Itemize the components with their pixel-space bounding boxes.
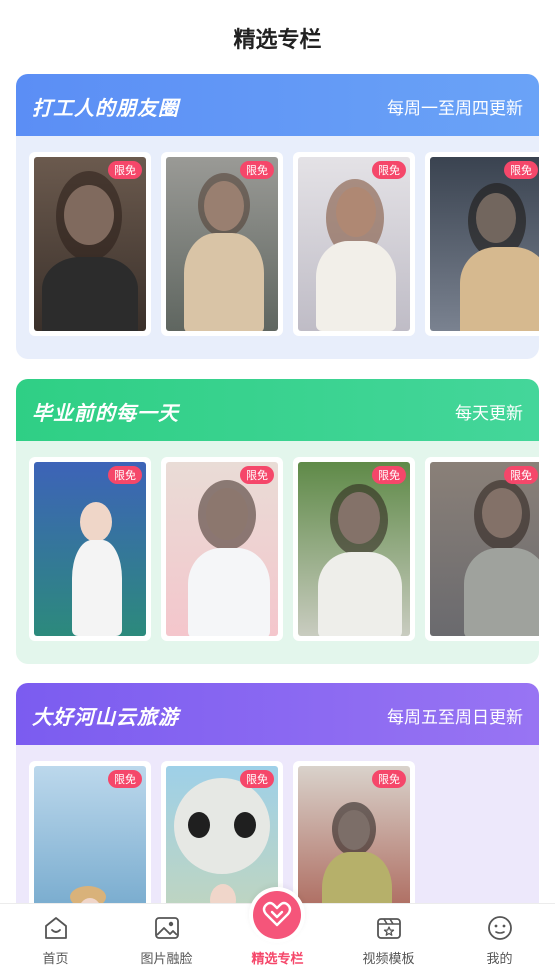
free-badge: 限免 — [240, 466, 274, 484]
template-thumbnail: 限免 — [166, 462, 278, 636]
card-carousel[interactable]: 限免 限免 限免 限免 — [16, 441, 539, 659]
video-star-icon — [377, 918, 401, 939]
template-card[interactable]: 限免 — [293, 457, 415, 641]
section-schedule: 每天更新 — [455, 404, 523, 424]
free-badge: 限免 — [108, 770, 142, 788]
section-header[interactable]: 大好河山云旅游 每周五至周日更新 — [16, 683, 539, 745]
nav-item-featured[interactable]: 精选专栏 — [222, 887, 333, 970]
section-schedule: 每周一至周四更新 — [387, 99, 523, 119]
template-card[interactable]: 限免 — [29, 152, 151, 336]
template-thumbnail: 限免 — [166, 157, 278, 331]
nav-label: 视频模板 — [362, 952, 415, 967]
template-card[interactable]: 限免 — [161, 457, 283, 641]
nav-item-home[interactable]: 首页 — [0, 904, 111, 970]
nav-label: 首页 — [42, 952, 69, 967]
template-thumbnail: 限免 — [430, 157, 539, 331]
section-graduation-days: 毕业前的每一天 每天更新 限免 限免 限免 限免 — [16, 379, 539, 664]
section-header[interactable]: 打工人的朋友圈 每周一至周四更新 — [16, 74, 539, 136]
face-icon — [488, 916, 512, 940]
nav-center-button[interactable] — [249, 887, 305, 943]
section-workers-moments: 打工人的朋友圈 每周一至周四更新 限免 限免 限免 限免 — [16, 74, 539, 359]
free-badge: 限免 — [372, 161, 406, 179]
nav-label: 图片融脸 — [140, 952, 193, 967]
bottom-nav: 首页 图片融脸 精选专栏 视频模板 我的 — [0, 887, 555, 970]
template-card[interactable]: 限免 — [29, 761, 151, 923]
free-badge: 限免 — [504, 466, 538, 484]
page-title: 精选专栏 — [233, 28, 322, 53]
template-card[interactable]: 限免 — [425, 457, 539, 641]
template-thumbnail: 限免 — [34, 157, 146, 331]
section-title: 大好河山云旅游 — [32, 705, 179, 729]
template-thumbnail: 限免 — [298, 766, 410, 923]
nav-item-image-faceswap[interactable]: 图片融脸 — [111, 904, 222, 970]
nav-label: 我的 — [486, 952, 513, 967]
template-thumbnail: 限免 — [34, 462, 146, 636]
section-schedule: 每周五至周日更新 — [387, 708, 523, 728]
template-card[interactable]: 限免 — [425, 152, 539, 336]
nav-label: 精选专栏 — [251, 952, 304, 967]
free-badge: 限免 — [108, 161, 142, 179]
free-badge: 限免 — [108, 466, 142, 484]
free-badge: 限免 — [240, 161, 274, 179]
section-title: 打工人的朋友圈 — [32, 96, 179, 120]
template-card[interactable]: 限免 — [293, 761, 415, 923]
nav-item-profile[interactable]: 我的 — [444, 904, 555, 970]
free-badge: 限免 — [372, 770, 406, 788]
template-thumbnail: 限免 — [298, 462, 410, 636]
free-badge: 限免 — [504, 161, 538, 179]
template-thumbnail: 限免 — [430, 462, 539, 636]
template-thumbnail: 限免 — [34, 766, 146, 923]
card-carousel[interactable]: 限免 限免 限免 限免 — [16, 136, 539, 354]
free-badge: 限免 — [240, 770, 274, 788]
section-header[interactable]: 毕业前的每一天 每天更新 — [16, 379, 539, 441]
template-card[interactable]: 限免 — [29, 457, 151, 641]
template-thumbnail: 限免 — [298, 157, 410, 331]
nav-item-video-templates[interactable]: 视频模板 — [333, 904, 444, 970]
free-badge: 限免 — [372, 466, 406, 484]
heart-chevron-icon — [262, 901, 292, 927]
template-card[interactable]: 限免 — [161, 152, 283, 336]
template-card[interactable]: 限免 — [293, 152, 415, 336]
section-title: 毕业前的每一天 — [32, 401, 179, 425]
home-smile-icon — [45, 917, 67, 939]
image-icon — [155, 917, 179, 939]
